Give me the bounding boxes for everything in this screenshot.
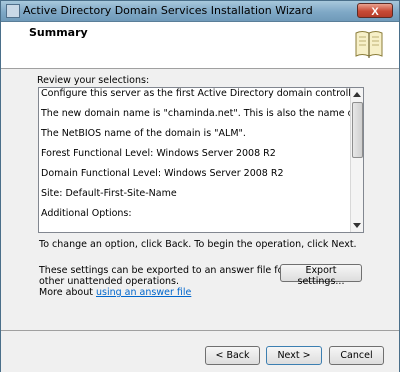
export-text-line: other unattended operations.	[39, 276, 180, 287]
change-hint: To change an option, click Back. To begi…	[39, 239, 357, 250]
scroll-down-arrow-icon[interactable]	[353, 223, 361, 228]
scroll-thumb[interactable]	[352, 102, 363, 158]
summary-line: Domain Functional Level: Windows Server …	[41, 168, 284, 179]
export-description: These settings can be exported to an ans…	[39, 265, 331, 287]
more-about-line: More about using an answer file	[39, 287, 191, 298]
vertical-scrollbar[interactable]	[350, 88, 363, 232]
summary-line: The NetBIOS name of the domain is "ALM".	[41, 128, 246, 139]
title-bar[interactable]: Active Directory Domain Services Install…	[1, 1, 399, 22]
more-about-label: More about	[39, 287, 96, 298]
app-icon	[6, 4, 20, 18]
wizard-header: Summary	[1, 22, 399, 69]
page-title: Summary	[29, 26, 88, 39]
back-button[interactable]: < Back	[205, 346, 260, 365]
summary-line: Site: Default-First-Site-Name	[41, 188, 177, 199]
summary-text: Configure this server as the first Activ…	[41, 88, 363, 228]
export-settings-button[interactable]: Export settings...	[280, 264, 362, 287]
close-button[interactable]: X	[357, 3, 393, 18]
next-button[interactable]: Next >	[266, 346, 322, 365]
window-title: Active Directory Domain Services Install…	[23, 4, 313, 17]
export-text-line: These settings can be exported to an ans…	[39, 265, 331, 276]
wizard-footer: < Back Next > Cancel	[1, 330, 399, 372]
summary-line: The new domain name is "chaminda.net". T…	[41, 108, 363, 119]
summary-textbox[interactable]: Configure this server as the first Activ…	[38, 87, 364, 233]
summary-line: Forest Functional Level: Windows Server …	[41, 148, 276, 159]
wizard-content: Review your selections: Configure this s…	[1, 69, 399, 329]
review-label: Review your selections:	[37, 75, 150, 86]
book-icon	[355, 31, 383, 58]
summary-line: Configure this server as the first Activ…	[41, 88, 363, 99]
summary-line: Additional Options:	[41, 208, 132, 219]
scroll-up-arrow-icon[interactable]	[353, 92, 361, 97]
answer-file-link[interactable]: using an answer file	[96, 287, 191, 298]
wizard-window: Active Directory Domain Services Install…	[0, 0, 400, 372]
cancel-button[interactable]: Cancel	[329, 346, 384, 365]
